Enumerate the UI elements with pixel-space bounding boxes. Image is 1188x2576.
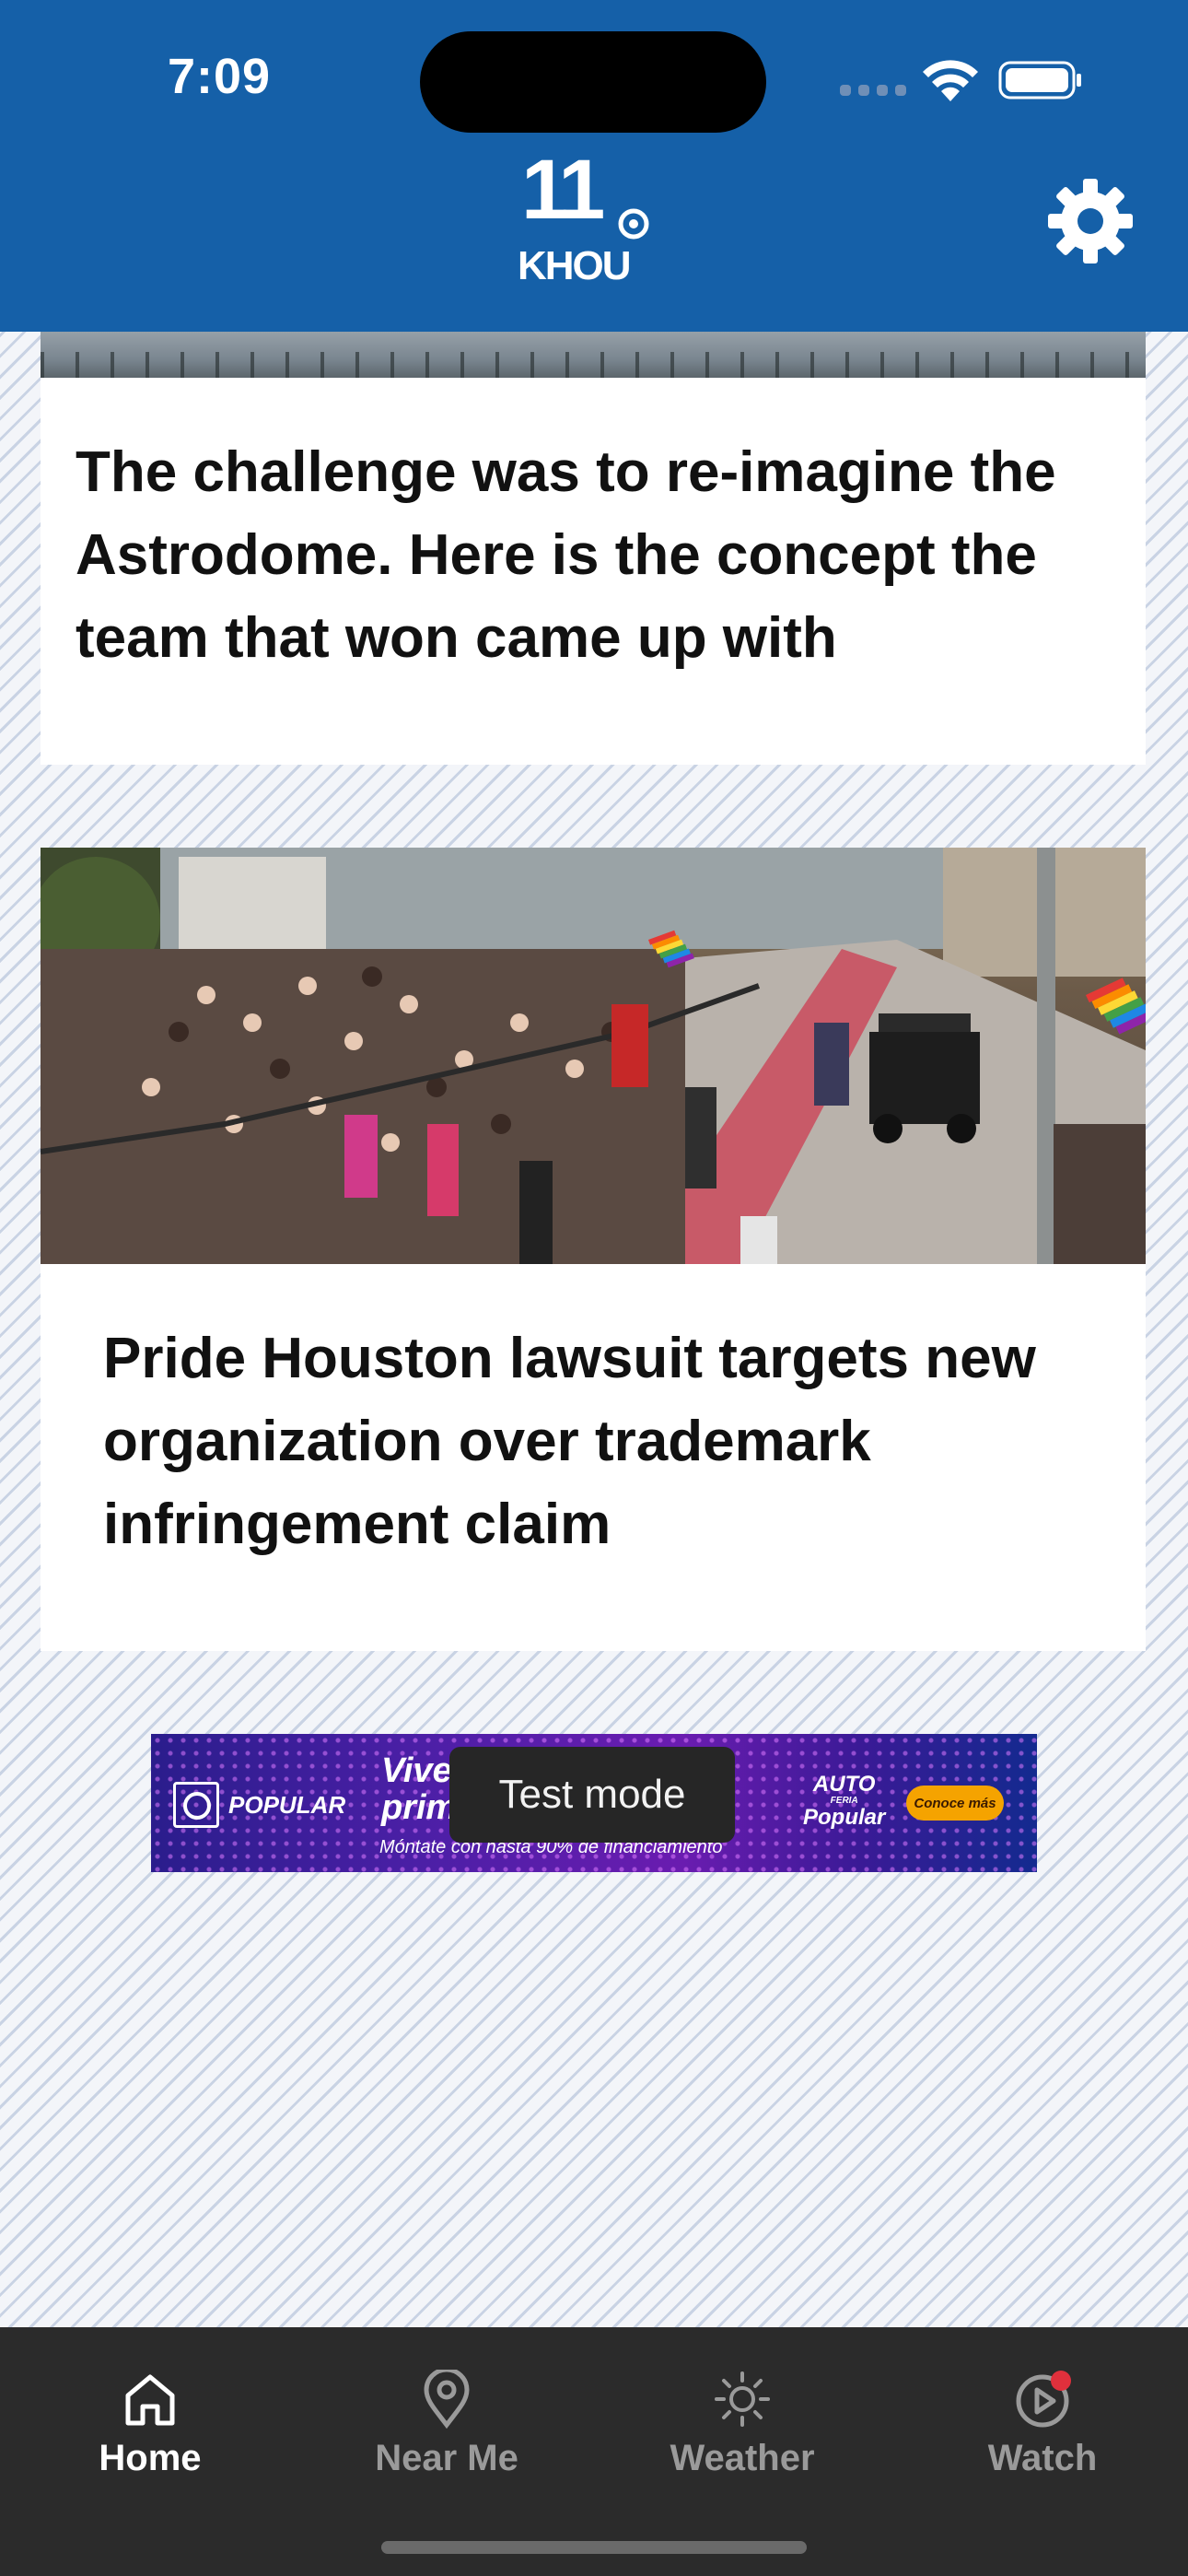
article-headline[interactable]: The challenge was to re-imagine the Astr… <box>76 431 1125 680</box>
article-headline[interactable]: Pride Houston lawsuit targets new organi… <box>103 1317 1116 1566</box>
cellular-signal-icon <box>840 85 906 98</box>
tab-watch[interactable]: Watch <box>932 2370 1153 2489</box>
logo-number: 11 <box>521 152 603 237</box>
play-icon <box>1016 2371 1071 2428</box>
tab-label: Home <box>99 2438 202 2478</box>
article-image[interactable] <box>41 332 1146 378</box>
tab-weather[interactable]: Weather <box>632 2370 853 2489</box>
khou-logo[interactable]: 11 KHOU <box>516 143 672 290</box>
status-time: 7:09 <box>168 49 272 104</box>
home-indicator <box>381 2541 807 2554</box>
ad-banner[interactable]: POPULAR Vive prim Móntate con hasta 90% … <box>151 1734 1037 1872</box>
article-card[interactable]: The challenge was to re-imagine the Astr… <box>41 332 1146 765</box>
sun-logo-icon <box>173 1782 219 1828</box>
notification-badge <box>1051 2371 1071 2391</box>
tab-label: Watch <box>987 2438 1098 2478</box>
ad-brand-logo: POPULAR <box>173 1782 345 1828</box>
battery-icon <box>998 61 1081 100</box>
ad-auto-label: AUTO <box>812 1772 876 1797</box>
tab-near-me[interactable]: Near Me <box>336 2370 557 2489</box>
article-card[interactable]: Pride Houston lawsuit targets new organi… <box>41 848 1146 1651</box>
home-icon <box>125 2374 175 2426</box>
location-pin-icon <box>424 2370 470 2429</box>
bottom-tab-bar: Home Near Me Weather Watch <box>0 2327 1188 2576</box>
ad-popular-label: Popular <box>803 1805 886 1830</box>
test-mode-label: Test mode <box>449 1747 735 1843</box>
ad-auto-badge: AUTO FERIA Popular <box>803 1773 885 1830</box>
article-image[interactable] <box>41 848 1146 1264</box>
sun-icon <box>715 2371 770 2427</box>
tab-home[interactable]: Home <box>40 2370 261 2489</box>
logo-call-letters: KHOU <box>518 243 630 288</box>
ad-cta-button[interactable]: Conoce más <box>906 1786 1004 1821</box>
ad-brand-name: POPULAR <box>228 1790 346 1819</box>
tab-label: Weather <box>670 2438 815 2478</box>
tab-label: Near Me <box>375 2438 518 2478</box>
app-header: 7:09 11 KHOU <box>0 0 1188 332</box>
wifi-icon <box>923 60 978 101</box>
gear-icon[interactable] <box>1046 177 1135 265</box>
dynamic-island <box>420 31 766 133</box>
